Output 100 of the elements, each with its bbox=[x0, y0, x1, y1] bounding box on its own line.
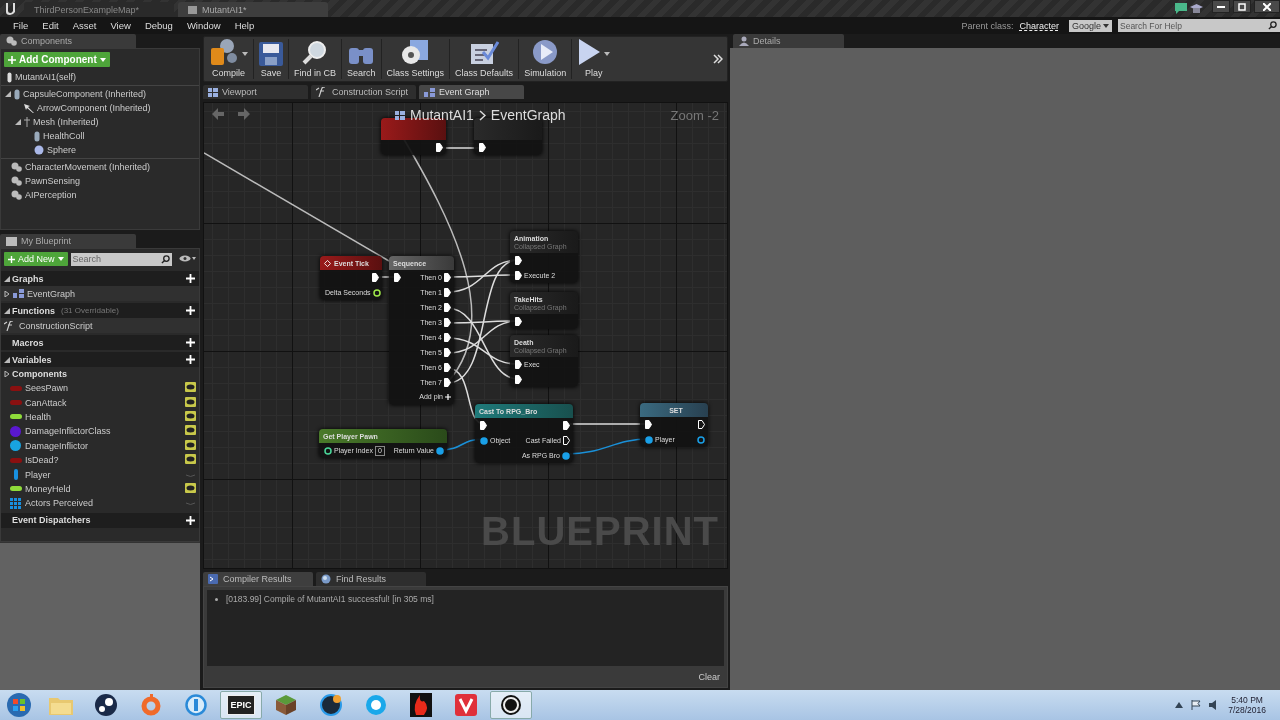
toolbar-button[interactable]: Search bbox=[342, 37, 381, 81]
variable-item[interactable]: SeesPawn bbox=[1, 381, 199, 396]
search-icon[interactable] bbox=[1268, 21, 1277, 30]
variable-item[interactable]: IsDead? bbox=[1, 452, 199, 468]
data-pin[interactable] bbox=[562, 451, 570, 460]
data-pin[interactable] bbox=[372, 288, 381, 297]
menu-item[interactable]: Edit bbox=[35, 20, 66, 31]
eye-icon[interactable] bbox=[185, 425, 196, 436]
variable-item[interactable]: Health bbox=[1, 409, 199, 425]
exec-pin[interactable] bbox=[479, 143, 486, 152]
close-button[interactable] bbox=[1254, 0, 1280, 13]
breadcrumb-item[interactable]: EventGraph bbox=[490, 107, 566, 123]
variable-item[interactable]: DamageInflictor bbox=[1, 438, 199, 453]
exec-pin[interactable] bbox=[563, 421, 570, 430]
menu-item[interactable]: File bbox=[6, 20, 36, 31]
editor-tab[interactable]: Viewport bbox=[203, 85, 308, 99]
variable-item[interactable]: MoneyHeld bbox=[1, 481, 199, 497]
view-options-button[interactable] bbox=[179, 254, 196, 264]
toolbar-button[interactable]: Save bbox=[254, 37, 288, 81]
expander-icon[interactable] bbox=[4, 290, 10, 297]
menu-item[interactable]: Window bbox=[179, 20, 228, 31]
taskbar-app[interactable] bbox=[490, 691, 532, 719]
variable-item[interactable]: CanAttack bbox=[1, 395, 199, 410]
exec-pin[interactable] bbox=[515, 360, 522, 369]
eye-icon[interactable] bbox=[185, 482, 196, 493]
category-row[interactable]: Components bbox=[1, 367, 199, 381]
panel-tab[interactable]: My Blueprint bbox=[0, 234, 136, 248]
exec-pin[interactable] bbox=[645, 420, 652, 429]
data-pin[interactable] bbox=[645, 435, 653, 444]
exec-pin[interactable] bbox=[444, 333, 451, 342]
parent-class-link[interactable]: Character bbox=[1019, 20, 1059, 31]
panel-tab[interactable]: Compiler Results bbox=[203, 572, 313, 586]
expander-icon[interactable] bbox=[4, 307, 10, 314]
menu-item[interactable]: Debug bbox=[137, 20, 180, 31]
panel-tab[interactable]: Details bbox=[733, 34, 844, 48]
editor-tab[interactable]: Event Graph bbox=[419, 85, 524, 99]
component-item[interactable]: CapsuleComponent (Inherited) bbox=[1, 87, 199, 101]
panel-tab[interactable]: Find Results bbox=[316, 572, 426, 586]
exec-pin[interactable] bbox=[444, 363, 451, 372]
exec-pin[interactable] bbox=[563, 436, 570, 445]
component-item[interactable]: MutantAI1(self) bbox=[1, 70, 199, 84]
menu-item[interactable]: Help bbox=[227, 20, 262, 31]
search-provider-dropdown[interactable]: Google bbox=[1068, 19, 1112, 32]
menu-item[interactable]: Asset bbox=[65, 20, 104, 31]
add-button[interactable] bbox=[186, 355, 195, 364]
expander-icon[interactable] bbox=[15, 119, 21, 125]
eye-icon[interactable] bbox=[185, 454, 196, 465]
panel-tab[interactable]: Components bbox=[0, 34, 136, 48]
exec-pin[interactable] bbox=[515, 317, 522, 326]
eye-icon[interactable] bbox=[185, 396, 196, 407]
data-pin[interactable] bbox=[480, 436, 488, 445]
add-button[interactable] bbox=[186, 515, 195, 525]
toolbar-button[interactable]: Simulation bbox=[519, 37, 572, 81]
toolbar-button[interactable]: Play bbox=[572, 37, 616, 81]
expander-icon[interactable] bbox=[4, 275, 10, 282]
toolbar-button[interactable]: Compile bbox=[204, 37, 253, 81]
exec-pin[interactable] bbox=[515, 256, 522, 265]
start-button[interactable] bbox=[4, 691, 34, 719]
add-button[interactable] bbox=[186, 274, 195, 283]
expander-icon[interactable] bbox=[4, 356, 10, 363]
exec-pin[interactable] bbox=[698, 420, 705, 429]
exec-pin[interactable] bbox=[444, 303, 451, 312]
arrow-up-icon[interactable] bbox=[1175, 702, 1184, 708]
exec-pin[interactable] bbox=[436, 143, 443, 152]
menu-item[interactable]: View bbox=[103, 20, 138, 31]
variable-item[interactable]: Player bbox=[1, 467, 199, 482]
component-item[interactable]: PawnSensing bbox=[1, 174, 199, 188]
toolbar-button[interactable]: Find in CB bbox=[289, 37, 342, 81]
exec-pin[interactable] bbox=[480, 421, 487, 430]
forward-button[interactable] bbox=[238, 108, 250, 122]
blueprint-item[interactable]: EventGraph bbox=[1, 286, 199, 301]
taskbar-app[interactable]: EPIC bbox=[220, 691, 262, 719]
data-pin[interactable] bbox=[697, 435, 705, 444]
exec-pin[interactable] bbox=[394, 273, 401, 282]
graph-node[interactable] bbox=[381, 118, 446, 155]
component-item[interactable]: AIPerception bbox=[1, 188, 199, 202]
graph-canvas[interactable] bbox=[203, 102, 728, 569]
toolbar-button[interactable]: Class Defaults bbox=[450, 37, 519, 81]
graduation-cap-icon[interactable] bbox=[1190, 3, 1203, 14]
exec-pin[interactable] bbox=[372, 273, 379, 282]
clear-button[interactable]: Clear bbox=[694, 670, 724, 684]
data-pin[interactable] bbox=[324, 446, 332, 455]
help-search-field[interactable]: Search For Help bbox=[1118, 19, 1280, 32]
expander-icon[interactable] bbox=[4, 371, 10, 377]
exec-pin[interactable] bbox=[444, 288, 451, 297]
component-item[interactable]: ArrowComponent (Inherited) bbox=[1, 101, 199, 115]
component-item[interactable]: Mesh (Inherited) bbox=[1, 115, 199, 129]
blueprint-item[interactable]: ConstructionScript bbox=[1, 318, 199, 333]
data-pin[interactable] bbox=[436, 446, 444, 455]
toolbar-button[interactable]: Class Settings bbox=[381, 37, 450, 81]
exec-pin[interactable] bbox=[444, 378, 451, 387]
search-field[interactable]: Search bbox=[70, 252, 172, 266]
add-button[interactable] bbox=[186, 306, 195, 315]
back-button[interactable] bbox=[212, 108, 224, 122]
search-icon[interactable] bbox=[161, 254, 170, 264]
document-tab[interactable]: ThirdPersonExampleMap* bbox=[24, 2, 174, 17]
eye-icon[interactable] bbox=[185, 410, 196, 421]
eye-icon[interactable] bbox=[185, 439, 196, 450]
exec-pin[interactable] bbox=[444, 273, 451, 282]
section-header[interactable]: Variables bbox=[1, 352, 199, 367]
